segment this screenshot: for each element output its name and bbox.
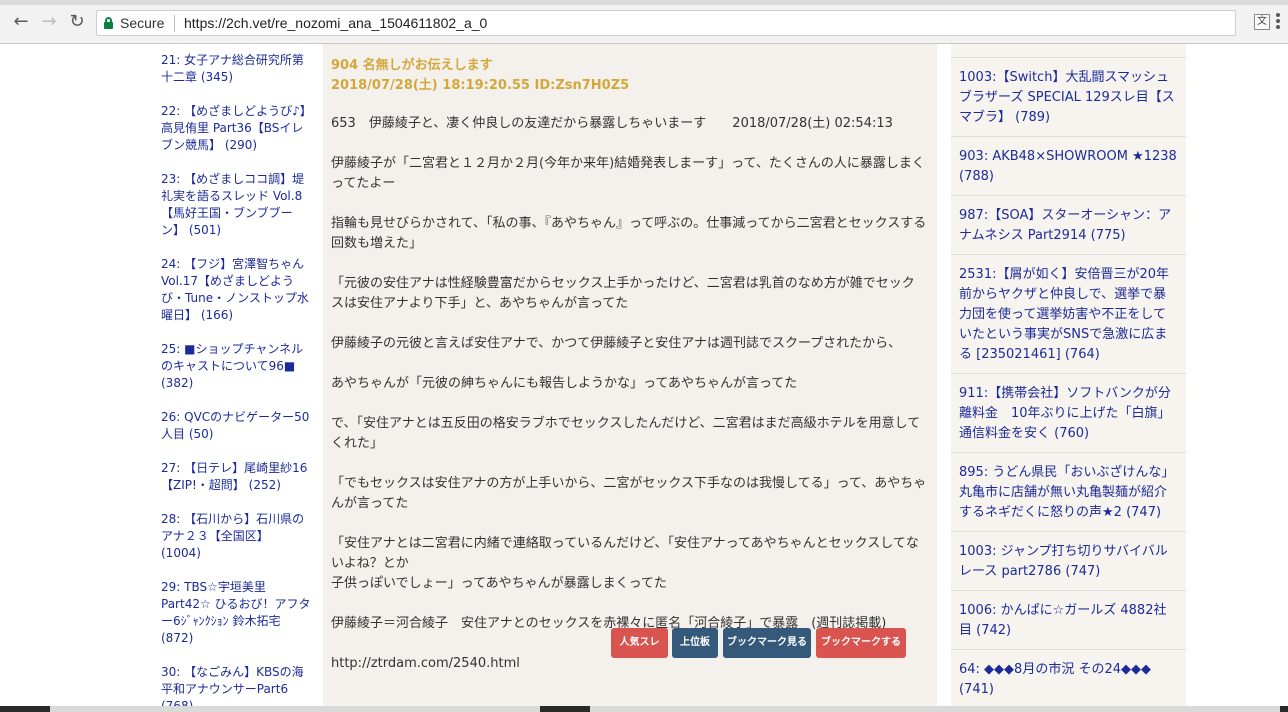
left-thread-link[interactable]: 21: 女子アナ総合研究所第十二章 (345) [161,52,311,86]
thread-count: (747) [1065,564,1101,579]
right-thread-link[interactable]: 911:【携帯会社】ソフトバンクが分離料金 10年ぶりに上げた「白旗」通信料金を… [951,374,1186,453]
thread-count: (789) [1015,110,1051,125]
right-thread-link[interactable]: 1006: かんぱに☆ガールズ 4882社目 (742) [951,591,1186,650]
thread-count: (166) [200,308,234,322]
thread-count: (501) [188,223,222,237]
add-bookmark-button[interactable]: ブックマークする [816,628,906,658]
left-thread-link[interactable]: 24: 【フジ】宮澤智ちゃん Vol.17【めざましどようび・Tune・ノンスト… [161,256,311,324]
thread-title: 27: 【日テレ】尾崎里紗16【ZIP!・超問】 [161,461,308,492]
thread-title: 25: ■ショップチャンネルのキャストについて96■ [161,342,304,373]
post-panel: 904 名無しがお伝えします 2018/07/28(土) 18:19:20.55… [323,44,937,712]
left-thread-link[interactable]: 26: QVCのナビゲーター50人目 (50) [161,409,311,443]
post-date-line: 2018/07/28(土) 18:19:20.55 ID:Zsn7H0Z5 [331,78,630,93]
translate-icon[interactable]: 文 [1254,14,1270,30]
post-paragraph: 「元彼の安住アナは性経験豊富だからセックス上手かったけど、二宮君は乳首のなめ方が… [331,276,915,311]
left-thread-link[interactable]: 28: 【石川から】石川県のアナ２３【全国区】 (1004) [161,511,311,562]
right-list-top [951,44,1186,58]
post-paragraph: 指輪も見せびらかされて、「私の事、『あやちゃん』って呼ぶの。仕事減ってから二宮君… [331,216,927,251]
right-thread-link[interactable]: 1003: ジャンプ打ち切りサバイバルレース part2786 (747) [951,532,1186,591]
tab-strip [0,0,1288,5]
right-thread-link[interactable]: 1003:【Switch】大乱闘スマッシュブラザーズ SPECIAL 129スレ… [951,58,1186,137]
right-thread-link[interactable]: 895: うどん県民「おいぶざけんな」丸亀市に店舗が無い丸亀製麺が紹介するネギだ… [951,453,1186,532]
right-thread-list: 1003:【Switch】大乱闘スマッシュブラザーズ SPECIAL 129スレ… [951,44,1186,712]
secure-label: Secure [120,15,165,31]
thread-title: 1003:【Switch】大乱闘スマッシュブラザーズ SPECIAL 129スレ… [959,70,1175,125]
menu-icon[interactable] [1276,13,1282,31]
thread-count: (747) [1126,505,1162,520]
thread-count: (788) [959,169,994,184]
right-thread-link[interactable]: 987:【SOA】スターオーシャン：アナムネシス Part2914 (775) [951,196,1186,255]
url-text[interactable]: https://2ch.vet/re_nozomi_ana_1504611802… [184,15,487,31]
back-arrow-icon[interactable]: ← [10,11,32,33]
post-paragraph: 653 伊藤綾子と、凄く仲良しの友達だから暴露しちゃいまーす 2018/07/2… [331,116,893,131]
thread-title: 24: 【フジ】宮澤智ちゃん Vol.17【めざましどようび・Tune・ノンスト… [161,257,309,322]
thread-count: (742) [976,623,1012,638]
thread-title: 26: QVCのナビゲーター50人目 [161,410,310,441]
post-header: 904 名無しがお伝えします 2018/07/28(土) 18:19:20.55… [331,56,629,96]
thread-count: (50) [188,427,214,441]
lock-icon [104,17,113,29]
thread-title: 64: ◆◆◆8月の市況 その24◆◆◆ [959,662,1151,677]
thread-title: 23: 【めざましココ調】堤礼実を語るスレッド Vol.8【馬好王国・ブンブブー… [161,172,305,237]
thread-count: (741) [959,682,994,697]
forward-arrow-icon[interactable]: → [38,11,60,33]
top-boards-button[interactable]: 上位板 [672,628,718,658]
thread-title: 903: AKB48×SHOWROOM ★1238 [959,149,1177,164]
thread-count: (1004) [161,546,201,560]
left-thread-link[interactable]: 25: ■ショップチャンネルのキャストについて96■ (382) [161,341,311,392]
thread-count: (345) [200,70,234,84]
popular-threads-button[interactable]: 人気スレ [611,628,668,658]
thread-title: 987:【SOA】スターオーシャン：アナムネシス Part2914 [959,208,1172,243]
thread-count: (382) [161,376,194,390]
divider [174,15,175,32]
browser-toolbar: ← → ↻ Secure https://2ch.vet/re_nozomi_a… [0,0,1288,44]
thread-count: (775) [1090,228,1126,243]
thread-title: 29: TBS☆宇垣美里Part42☆ ひるおび！アフター6ｼﾞｬﾝｸｼｮﾝ 鈴… [161,580,311,628]
left-thread-link[interactable]: 22: 【めざましどようび♪】高見侑里 Part36【BSイレブン競馬】 (29… [161,103,311,154]
address-bar[interactable]: Secure https://2ch.vet/re_nozomi_ana_150… [96,10,1236,36]
left-thread-link[interactable]: 29: TBS☆宇垣美里Part42☆ ひるおび！アフター6ｼﾞｬﾝｸｼｮﾝ 鈴… [161,579,311,647]
thread-title: 30: 【なごみん】KBSの海平和アナウンサーPart6 [161,665,304,696]
thread-count: (764) [1064,347,1100,362]
post-author-line: 904 名無しがお伝えします [331,58,493,73]
left-thread-link[interactable]: 27: 【日テレ】尾崎里紗16【ZIP!・超問】 (252) [161,460,311,494]
right-thread-link[interactable]: 903: AKB48×SHOWROOM ★1238 (788) [951,137,1186,196]
thread-count: (290) [224,138,258,152]
taskbar [0,706,1288,712]
post-paragraph: 「でもセックスは安住アナの方が上手いから、二宮がセックス下手なのは我慢してる」っ… [331,476,927,511]
post-paragraph: 伊藤綾子の元彼と言えば安住アナで、かつて伊藤綾子と安住アナは週刊誌でスクープされ… [331,336,902,351]
thread-count: (252) [248,478,281,492]
left-thread-list: 21: 女子アナ総合研究所第十二章 (345) 22: 【めざましどようび♪】高見… [161,52,311,712]
page-content: 21: 女子アナ総合研究所第十二章 (345) 22: 【めざましどようび♪】高見… [0,44,1288,712]
left-thread-link[interactable]: 30: 【なごみん】KBSの海平和アナウンサーPart6 (768) [161,664,311,712]
thread-count: (760) [1054,426,1090,441]
taskbar-segment [590,706,1280,712]
taskbar-segment [50,706,540,712]
post-paragraph: あやちゃんが「元彼の紳ちゃんにも報告しようかな」ってあやちゃんが言ってた [331,376,798,391]
post-paragraph: 伊藤綾子が「二宮君と１２月か２月(今年か来年)結婚発表しまーす」って、たくさんの… [331,156,925,191]
thread-title: 28: 【石川から】石川県のアナ２３【全国区】 [161,512,305,543]
view-bookmarks-button[interactable]: ブックマーク見る [723,628,811,658]
right-thread-link[interactable]: 2531:【屑が如く】安倍晋三が20年前からヤクザと仲良しで、選挙で暴力団を使っ… [951,255,1186,374]
right-thread-link[interactable]: 64: ◆◆◆8月の市況 その24◆◆◆ (741) [951,650,1186,709]
thread-title: 1003: ジャンプ打ち切りサバイバルレース part2786 [959,544,1168,579]
thread-count: (872) [161,631,194,645]
left-thread-link[interactable]: 23: 【めざましココ調】堤礼実を語るスレッド Vol.8【馬好王国・ブンブブー… [161,171,311,239]
post-body: 653 伊藤綾子と、凄く仲良しの友達だから暴露しちゃいまーす 2018/07/2… [331,114,927,694]
post-paragraph: で、「安住アナとは五反田の格安ラブホでセックスしたんだけど、二宮君はまだ高級ホテ… [331,416,921,451]
reload-icon[interactable]: ↻ [66,11,88,33]
post-paragraph: 「安住アナとは二宮君に内緒で連絡取っているんだけど、「安住アナってあやちゃんとセ… [331,536,919,591]
